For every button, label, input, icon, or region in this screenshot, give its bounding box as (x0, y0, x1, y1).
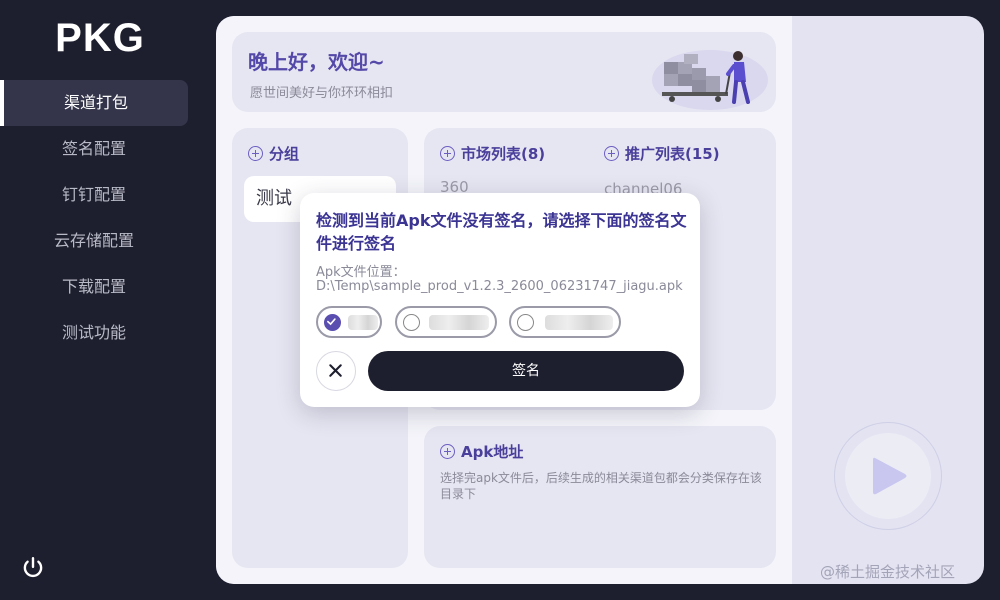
radio-unchecked[interactable] (517, 314, 534, 331)
market-list-header[interactable]: 市场列表(8) (440, 143, 545, 164)
apk-address-card: Apk地址 选择完apk文件后，后续生成的相关渠道包都会分类保存在该目录下 (424, 426, 776, 568)
app-logo: PKG (55, 16, 145, 60)
sidebar-item-sign-config[interactable]: 签名配置 (0, 126, 188, 172)
blurred-option-label (545, 315, 613, 330)
power-icon[interactable] (20, 555, 46, 581)
sidebar-item-test-feature[interactable]: 测试功能 (0, 310, 188, 356)
apk-address-header[interactable]: Apk地址 (440, 441, 523, 462)
close-icon (329, 364, 342, 377)
keystore-option-3[interactable] (509, 306, 621, 338)
sidebar-item-download-config[interactable]: 下载配置 (0, 264, 188, 310)
apk-address-description: 选择完apk文件后，后续生成的相关渠道包都会分类保存在该目录下 (440, 471, 762, 501)
keystore-option-2[interactable] (395, 306, 497, 338)
add-circle-icon[interactable] (604, 146, 619, 161)
sign-dialog: 检测到当前Apk文件没有签名，请选择下面的签名文件进行签名 Apk文件位置： D… (300, 193, 700, 407)
greeting-subtitle: 愿世间美好与你环环相扣 (250, 86, 394, 101)
blurred-option-label (348, 315, 378, 330)
add-circle-icon[interactable] (440, 444, 455, 459)
add-circle-icon[interactable] (440, 146, 455, 161)
radio-checked[interactable] (324, 314, 341, 331)
sidebar-item-channel-pack[interactable]: 渠道打包 (0, 80, 188, 126)
play-icon (873, 457, 907, 495)
market-list-title: 市场列表(8) (461, 145, 546, 163)
greeting-card: 晚上好，欢迎~ 愿世间美好与你环环相扣 (232, 32, 776, 112)
group-header[interactable]: 分组 (248, 143, 299, 164)
close-button[interactable] (316, 351, 356, 391)
watermark: @稀土掘金技术社区 (820, 563, 956, 581)
promotion-list-title: 推广列表(15) (625, 145, 720, 163)
sidebar: PKG 渠道打包 签名配置 钉钉配置 云存储配置 下载配置 测试功能 (0, 0, 200, 600)
add-circle-icon[interactable] (248, 146, 263, 161)
keystore-option-1[interactable] (316, 306, 382, 338)
dialog-title: 检测到当前Apk文件没有签名，请选择下面的签名文件进行签名 (316, 211, 687, 253)
sign-button[interactable]: 签名 (368, 351, 684, 391)
promotion-list-header[interactable]: 推广列表(15) (604, 143, 720, 164)
apk-file-path: D:\Temp\sample_prod_v1.2.3_2600_06231747… (316, 279, 683, 294)
apk-address-title: Apk地址 (461, 443, 524, 461)
play-button-inner (845, 433, 931, 519)
radio-unchecked[interactable] (403, 314, 420, 331)
sidebar-item-cloud-storage-config[interactable]: 云存储配置 (0, 218, 188, 264)
sidebar-item-dingtalk-config[interactable]: 钉钉配置 (0, 172, 188, 218)
check-icon (327, 318, 336, 326)
blurred-option-label (429, 315, 489, 330)
group-title: 分组 (269, 145, 300, 163)
apk-location-label: Apk文件位置： (316, 265, 406, 280)
greeting-title: 晚上好，欢迎~ (248, 50, 385, 74)
warehouse-worker-illustration (652, 50, 768, 110)
start-pack-button[interactable] (834, 422, 942, 530)
